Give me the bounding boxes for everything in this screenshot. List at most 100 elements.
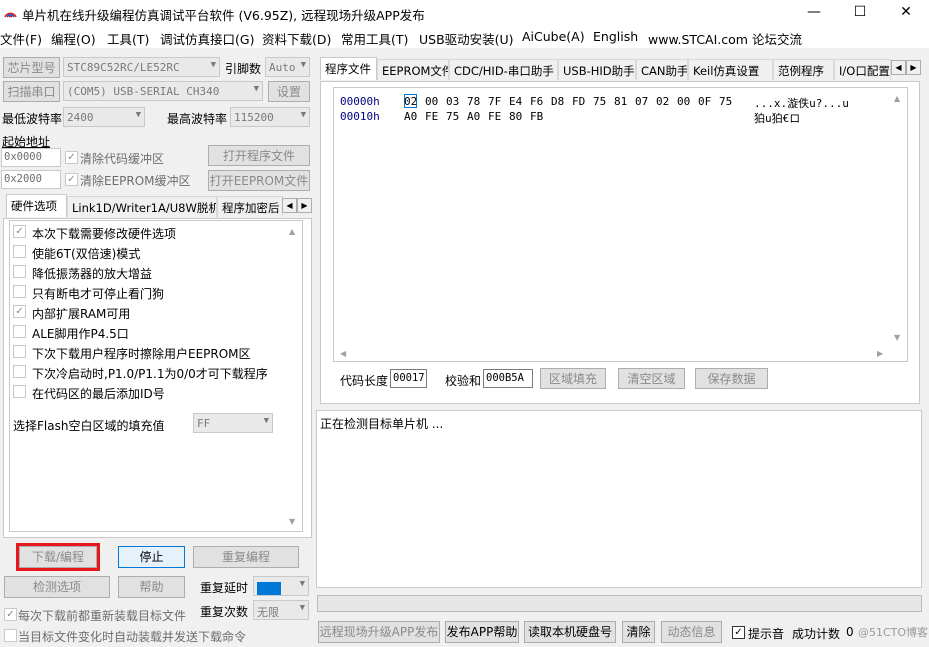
tab-cdc-serial-helper[interactable]: CDC/HID-串口助手 [449, 59, 558, 80]
scroll-left-icon[interactable]: ◀ [340, 349, 346, 358]
hex-byte[interactable]: A0 [404, 110, 417, 123]
menu-english[interactable]: English [593, 29, 638, 44]
help-button[interactable]: 帮助 [118, 576, 185, 598]
repeat-delay-select[interactable]: 3 秒 ▼ [253, 576, 309, 596]
max-baud-select[interactable]: 115200 ▼ [230, 107, 310, 127]
chip-type-select[interactable]: STC89C52RC/LE52RC ▼ [63, 57, 220, 77]
log-output[interactable]: 正在检测目标单片机 ... [316, 410, 922, 588]
menu-tools[interactable]: 工具(T) [107, 29, 149, 48]
hex-byte[interactable]: FD [572, 95, 585, 108]
menu-aicube[interactable]: AiCube(A) [522, 29, 585, 44]
hex-editor[interactable]: 00000h 02 00 03 78 7F E4 F6 D8 FD 75 81 … [333, 87, 908, 362]
menu-program[interactable]: 编程(O) [51, 29, 96, 48]
option-add-id[interactable]: 在代码区的最后添加ID号 [13, 382, 283, 402]
hex-byte[interactable]: 02 [656, 95, 669, 108]
maximize-button[interactable]: ☐ [837, 0, 883, 26]
option-internal-ram[interactable]: ✓ 内部扩展RAM可用 [13, 302, 283, 322]
clear-code-buffer-checkbox[interactable]: ✓ [65, 151, 78, 164]
check-options-button[interactable]: 检测选项 [4, 576, 110, 598]
option-checkbox[interactable]: ✓ [13, 225, 26, 238]
option-checkbox[interactable] [13, 365, 26, 378]
option-erase-eeprom[interactable]: 下次下载用户程序时擦除用户EEPROM区 [13, 342, 283, 362]
hex-byte[interactable]: FB [530, 110, 543, 123]
option-checkbox[interactable] [13, 245, 26, 258]
tab-scroll-right-icon[interactable]: ▶ [906, 60, 921, 75]
minimize-button[interactable]: — [791, 0, 837, 26]
clear-log-button[interactable]: 清除 [622, 621, 655, 643]
tab-scroll-left-icon[interactable]: ◀ [891, 60, 906, 75]
hex-byte[interactable]: 00 [425, 95, 438, 108]
scroll-right-icon[interactable]: ▶ [877, 349, 883, 358]
hex-byte[interactable]: 00 [677, 95, 690, 108]
option-checkbox[interactable] [13, 385, 26, 398]
tab-eeprom-file[interactable]: EEPROM文件 [377, 59, 449, 80]
hex-byte[interactable]: 75 [593, 95, 606, 108]
publish-app-help-button[interactable]: 发布APP帮助 [445, 621, 519, 643]
scroll-up-icon[interactable]: ▲ [289, 227, 295, 236]
hex-byte[interactable]: F6 [530, 95, 543, 108]
tab-io-config[interactable]: I/O口配置 [834, 59, 891, 80]
tab-program-file[interactable]: 程序文件 [320, 57, 377, 80]
eeprom-address-input[interactable]: 0x2000 [1, 170, 61, 189]
menu-debug-interface[interactable]: 调试仿真接口(G) [160, 29, 254, 48]
fill-value-select[interactable]: FF ▼ [193, 413, 273, 433]
hex-byte[interactable]: 7F [488, 95, 501, 108]
hex-byte[interactable]: FE [425, 110, 438, 123]
tab-keil-settings[interactable]: Keil仿真设置 [688, 59, 773, 80]
hex-byte[interactable]: 75 [446, 110, 459, 123]
hex-byte[interactable]: 0F [698, 95, 711, 108]
hex-byte[interactable]: 80 [509, 110, 522, 123]
pin-count-select[interactable]: Auto ▼ [265, 57, 310, 77]
download-program-button[interactable]: 下载/编程 [19, 546, 97, 568]
tab-scroll-left-icon[interactable]: ◀ [282, 198, 297, 213]
fill-area-button[interactable]: 区域填充 [540, 368, 606, 389]
menu-common-tools[interactable]: 常用工具(T) [341, 29, 408, 48]
tab-can-helper[interactable]: CAN助手 [636, 59, 688, 80]
hex-byte[interactable]: 75 [719, 95, 732, 108]
option-reduce-gain[interactable]: 降低振荡器的放大增益 [13, 262, 283, 282]
menu-file[interactable]: 文件(F) [0, 29, 42, 48]
tab-usb-hid-helper[interactable]: USB-HID助手 [558, 59, 636, 80]
chip-type-button[interactable]: 芯片型号 [3, 57, 60, 78]
option-modify-hardware[interactable]: ✓ 本次下载需要修改硬件选项 [13, 222, 283, 242]
hex-byte[interactable]: 07 [635, 95, 648, 108]
dynamic-info-button[interactable]: 动态信息 [661, 621, 722, 643]
hex-byte[interactable]: A0 [467, 110, 480, 123]
remote-upgrade-button[interactable]: 远程现场升级APP发布 [318, 621, 440, 643]
open-program-file-button[interactable]: 打开程序文件 [208, 145, 310, 166]
option-checkbox[interactable] [13, 265, 26, 278]
option-ale-pin[interactable]: ALE脚用作P4.5口 [13, 322, 283, 342]
code-address-input[interactable]: 0x0000 [1, 148, 61, 167]
scroll-down-icon[interactable]: ▼ [289, 517, 295, 526]
save-data-button[interactable]: 保存数据 [695, 368, 768, 389]
scroll-down-icon[interactable]: ▼ [894, 333, 900, 342]
tab-examples[interactable]: 范例程序 [773, 59, 834, 80]
port-select[interactable]: (COM5) USB-SERIAL CH340 ▼ [63, 81, 263, 101]
tab-link1d-offline[interactable]: Link1D/Writer1A/U8W脱机 [67, 196, 217, 217]
clear-area-button[interactable]: 清空区域 [618, 368, 685, 389]
auto-load-send-checkbox[interactable] [4, 629, 17, 642]
beep-checkbox[interactable]: ✓ [732, 626, 745, 639]
close-button[interactable]: ✕ [883, 0, 929, 26]
tab-program-encryption[interactable]: 程序加密后 [217, 196, 283, 217]
options-scrollbar[interactable]: ▲ ▼ [285, 221, 302, 531]
repeat-count-select[interactable]: 无限 ▼ [253, 600, 309, 620]
option-checkbox[interactable] [13, 345, 26, 358]
reload-each-time-checkbox[interactable]: ✓ [4, 608, 17, 621]
option-6t-mode[interactable]: 使能6T(双倍速)模式 [13, 242, 283, 262]
option-watchdog[interactable]: 只有断电才可停止看门狗 [13, 282, 283, 302]
settings-button[interactable]: 设置 [268, 81, 310, 102]
hex-byte[interactable]: 03 [446, 95, 459, 108]
option-checkbox[interactable]: ✓ [13, 305, 26, 318]
hex-byte[interactable]: 81 [614, 95, 627, 108]
option-checkbox[interactable] [13, 285, 26, 298]
option-cold-start[interactable]: 下次冷启动时,P1.0/P1.1为0/0才可下载程序 [13, 362, 283, 382]
tab-hardware-options[interactable]: 硬件选项 [6, 194, 67, 217]
option-checkbox[interactable] [13, 325, 26, 338]
menu-forum[interactable]: www.STCAI.com 论坛交流 [648, 29, 802, 48]
scan-port-button[interactable]: 扫描串口 [3, 81, 60, 102]
hex-byte[interactable]: D8 [551, 95, 564, 108]
menu-downloads[interactable]: 资料下载(D) [262, 29, 331, 48]
hex-byte[interactable]: 02 [404, 95, 417, 108]
min-baud-select[interactable]: 2400 ▼ [63, 107, 145, 127]
